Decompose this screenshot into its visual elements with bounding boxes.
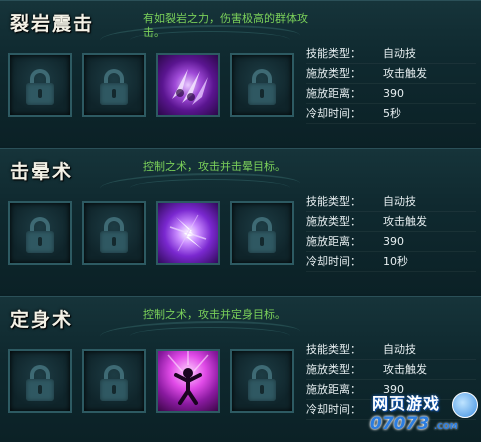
stat-label: 施放距离： [306, 87, 361, 100]
skill-name: 击晕术 [10, 161, 74, 183]
skill-name: 定身术 [10, 309, 74, 331]
locked-slot[interactable] [8, 201, 72, 265]
skill-stats: 技能类型： 自动技 施放类型： 攻击触发 施放距离： 390 冷却时间： 10秒 [306, 192, 476, 272]
skill-panel-1: 裂岩震击 有如裂岩之力，伤害极高的群体攻击。 技能类型： 自动技 施放类型： 攻击触 [0, 0, 481, 146]
stat-value: 攻击触发 [383, 215, 427, 228]
skill-name: 裂岩震击 [10, 13, 95, 35]
stat-value: 自动技 [383, 343, 416, 356]
watermark-title: 网页游戏 [372, 394, 441, 413]
stat-value: 5秒 [383, 107, 401, 120]
lightning-stun-icon[interactable] [156, 201, 220, 265]
skill-stats: 技能类型： 自动技 施放类型： 攻击触发 施放距离： 390 冷却时间： 5秒 [306, 44, 476, 124]
decorative-swirl [130, 327, 290, 345]
stat-label: 施放距离： [306, 235, 361, 248]
mascot-icon [452, 392, 478, 418]
watermark-domain: .COM [434, 422, 458, 431]
locked-slot[interactable] [82, 53, 146, 117]
stat-label: 施放类型： [306, 363, 361, 376]
stat-label: 冷却时间： [306, 255, 361, 268]
stat-value: 390 [383, 87, 404, 100]
stat-value: 10秒 [383, 255, 408, 268]
locked-slot[interactable] [8, 53, 72, 117]
locked-slot[interactable] [8, 349, 72, 413]
locked-slot[interactable] [230, 53, 294, 117]
locked-slot[interactable] [230, 349, 294, 413]
locked-slot[interactable] [230, 201, 294, 265]
skill-description: 有如裂岩之力，伤害极高的群体攻击。 [143, 12, 308, 39]
skill-panel-2: 击晕术 控制之术，攻击并击晕目标。 技能类型： 自动技 施放类型： 攻击触发 施放距… [0, 148, 481, 294]
bind-figure-icon[interactable] [156, 349, 220, 413]
skill-description: 控制之术，攻击并击晕目标。 [143, 160, 286, 173]
stat-value: 自动技 [383, 47, 416, 60]
stat-label: 技能类型： [306, 195, 361, 208]
stat-label: 施放类型： [306, 215, 361, 228]
stat-value: 自动技 [383, 195, 416, 208]
locked-slot[interactable] [82, 201, 146, 265]
stat-label: 施放类型： [306, 67, 361, 80]
stat-label: 冷却时间： [306, 107, 361, 120]
watermark-number: 07073 [370, 414, 430, 434]
site-watermark: 网页游戏 07073 .COM [368, 390, 481, 442]
stat-value: 攻击触发 [383, 363, 427, 376]
locked-slot[interactable] [82, 349, 146, 413]
stat-value: 攻击触发 [383, 67, 427, 80]
stat-value: 390 [383, 235, 404, 248]
skill-description: 控制之术，攻击并定身目标。 [143, 308, 286, 321]
claw-strike-icon[interactable] [156, 53, 220, 117]
stat-label: 技能类型： [306, 47, 361, 60]
decorative-swirl [130, 179, 290, 197]
stat-label: 技能类型： [306, 343, 361, 356]
